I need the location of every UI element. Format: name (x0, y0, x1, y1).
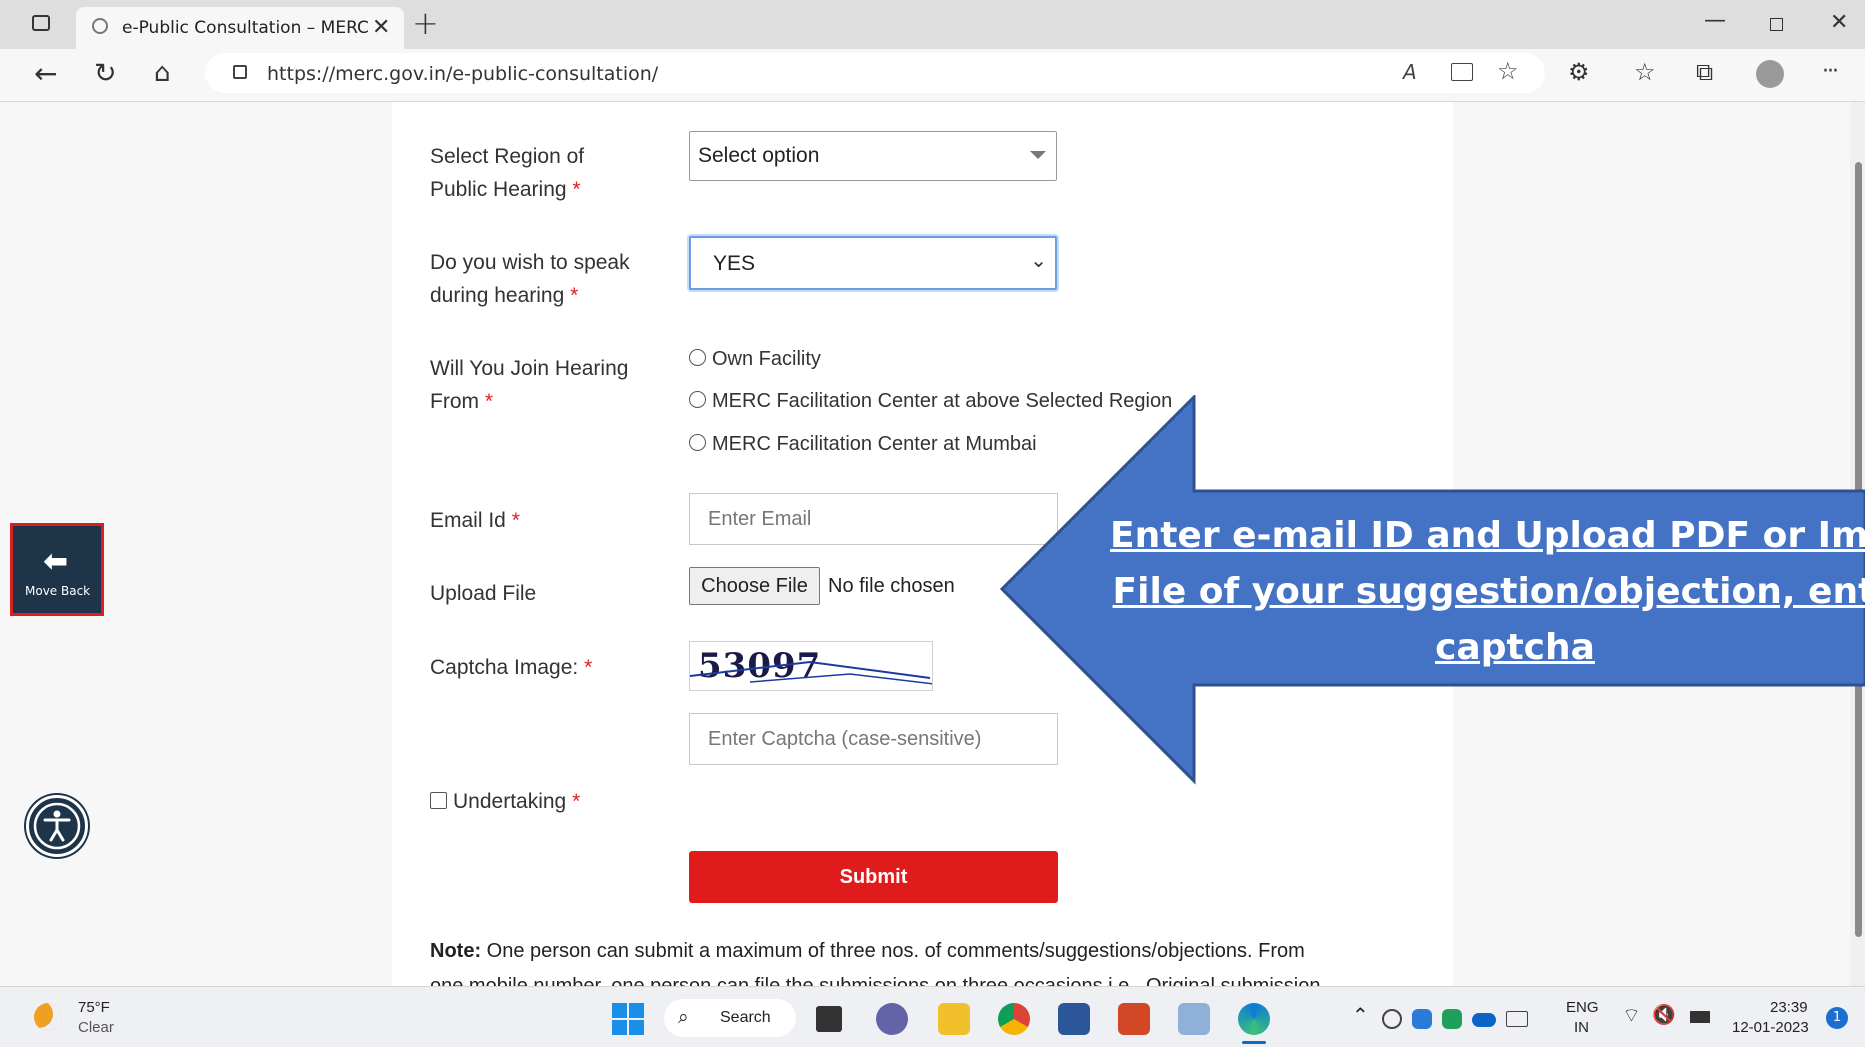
browser-tab[interactable]: e-Public Consultation – MERC ✕ (76, 7, 404, 49)
active-app-indicator (1242, 1041, 1266, 1044)
language-label[interactable]: ENG (1566, 999, 1599, 1016)
undertaking-checkbox[interactable]: Undertaking * (430, 790, 580, 814)
notification-badge[interactable]: 1 (1826, 1007, 1848, 1029)
battery-icon[interactable] (1690, 1011, 1710, 1023)
weather-temp: 75°F (78, 999, 110, 1016)
tray-google-icon[interactable] (1382, 1009, 1402, 1029)
search-box[interactable]: ⌕ Search (664, 999, 796, 1037)
tray-q-icon[interactable] (1442, 1009, 1462, 1029)
tab-bar: e-Public Consultation – MERC ✕ + — ✕ (0, 0, 1865, 49)
favorites-icon[interactable]: ☆ (1634, 60, 1656, 84)
address-bar-row: ← ↻ ⌂ https://merc.gov.in/e-public-consu… (0, 49, 1865, 102)
radio-button[interactable] (689, 391, 706, 408)
url-box[interactable]: https://merc.gov.in/e-public-consultatio… (205, 53, 1545, 93)
monitor-app-icon[interactable] (1178, 1003, 1210, 1035)
submit-button[interactable]: Submit (689, 851, 1058, 903)
reader-view-icon[interactable] (1451, 63, 1473, 81)
region-label-tray[interactable]: IN (1574, 1019, 1589, 1036)
email-label: Email Id * (430, 509, 520, 532)
move-back-label: Move Back (25, 584, 91, 598)
volume-muted-icon[interactable]: 🔇 (1652, 1003, 1676, 1026)
powerpoint-icon[interactable] (1118, 1003, 1150, 1035)
teams-chat-icon[interactable] (876, 1003, 908, 1035)
lock-icon (233, 65, 247, 79)
collections-icon[interactable]: ⧉ (1696, 60, 1713, 84)
minimize-icon[interactable]: — (1704, 8, 1726, 33)
captcha-label: Captcha Image: * (430, 656, 593, 679)
tray-shield-icon[interactable] (1412, 1009, 1432, 1029)
join-option-mumbai[interactable]: MERC Facilitation Center at Mumbai (689, 433, 1037, 456)
speak-select[interactable]: YES ⌄ (689, 236, 1057, 290)
start-icon[interactable] (612, 1003, 644, 1035)
taskbar: 75°F Clear ⌕ Search ⌃ ENG IN ⌔ 🔇 23:39 1… (0, 986, 1865, 1047)
wifi-icon[interactable]: ⌔ (1622, 1003, 1641, 1028)
tab-title: e-Public Consultation – MERC (122, 18, 369, 38)
weather-desc: Clear (78, 1019, 114, 1036)
chrome-icon[interactable] (998, 1003, 1030, 1035)
task-view-icon[interactable] (816, 1006, 842, 1032)
note-text: Note: One person can submit a maximum of… (430, 940, 1305, 962)
callout-line-3: captcha (1435, 627, 1595, 668)
add-favorite-icon[interactable]: ☆ (1497, 57, 1519, 85)
restore-icon[interactable] (1770, 18, 1783, 31)
clock-time[interactable]: 23:39 (1770, 999, 1808, 1016)
keyboard-icon[interactable] (1506, 1011, 1528, 1027)
refresh-icon[interactable]: ↻ (94, 60, 117, 87)
file-status: No file chosen (828, 575, 955, 597)
radio-button[interactable] (689, 349, 706, 366)
profile-avatar[interactable] (1756, 60, 1784, 88)
tab-actions-icon[interactable] (32, 15, 50, 31)
speak-label: Do you wish to speak during hearing * (430, 251, 630, 307)
new-tab-button[interactable]: + (412, 4, 439, 42)
moon-weather-icon[interactable] (34, 1003, 62, 1031)
arrow-left-icon: ⬅ (43, 544, 69, 579)
search-icon: ⌕ (678, 1006, 689, 1028)
read-aloud-icon[interactable]: A (1403, 60, 1417, 84)
search-label: Search (720, 1009, 771, 1026)
onedrive-icon[interactable] (1472, 1013, 1496, 1027)
callout-line-2: File of your suggestion/objection, enter (1112, 571, 1865, 612)
word-icon[interactable] (1058, 1003, 1090, 1035)
checkbox[interactable] (430, 792, 447, 809)
join-label: Will You Join Hearing From * (430, 357, 629, 413)
extensions-icon[interactable]: ⚙ (1568, 60, 1590, 84)
home-icon[interactable]: ⌂ (154, 60, 171, 86)
move-back-button[interactable]: ⬅ Move Back (10, 523, 104, 616)
callout-text: Enter e-mail ID and Upload PDF or Image … (1110, 508, 1865, 676)
join-option-own[interactable]: Own Facility (689, 348, 821, 371)
radio-button[interactable] (689, 434, 706, 451)
more-menu-icon[interactable]: ··· (1822, 59, 1839, 84)
chevron-up-icon[interactable]: ⌃ (1352, 1003, 1369, 1027)
note-text-continued: one mobile number, one person can file t… (430, 975, 1321, 986)
edge-icon[interactable] (1238, 1003, 1270, 1035)
chevron-down-icon: ⌄ (1030, 248, 1047, 272)
close-tab-icon[interactable]: ✕ (372, 15, 390, 40)
close-window-icon[interactable]: ✕ (1830, 10, 1848, 35)
url-text: https://merc.gov.in/e-public-consultatio… (267, 63, 659, 85)
region-label: Select Region of Public Hearing * (430, 145, 585, 201)
accessibility-icon[interactable] (26, 795, 88, 857)
chevron-down-icon (1030, 151, 1046, 159)
choose-file-button[interactable]: Choose File (689, 567, 820, 605)
clock-date[interactable]: 12-01-2023 (1732, 1019, 1809, 1036)
callout-line-1: Enter e-mail ID and Upload PDF or Image (1110, 515, 1865, 556)
file-explorer-icon[interactable] (938, 1003, 970, 1035)
region-select[interactable]: Select option (689, 131, 1057, 181)
site-favicon (92, 18, 108, 34)
upload-label: Upload File (430, 582, 537, 605)
captcha-image: 53097 (689, 641, 933, 691)
back-icon[interactable]: ← (34, 60, 57, 88)
